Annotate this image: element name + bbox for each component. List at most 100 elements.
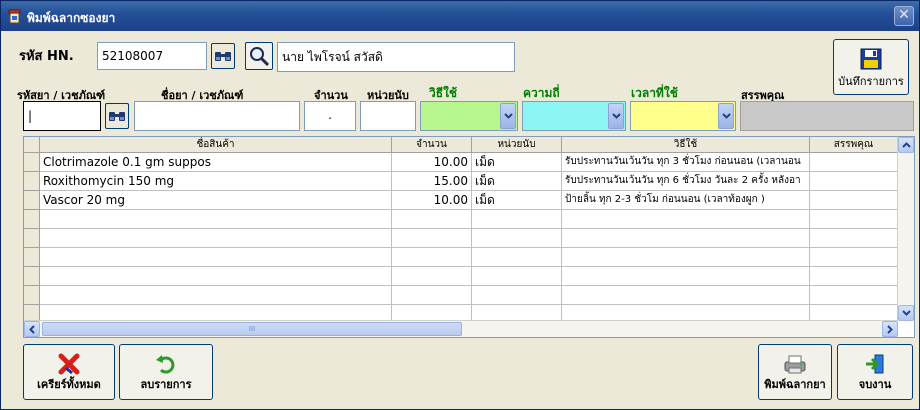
cell-product[interactable] [40, 210, 392, 229]
scroll-right-button[interactable] [882, 321, 898, 337]
cell-unit[interactable] [472, 286, 562, 305]
hn-lookup-button[interactable] [211, 43, 235, 69]
row-selector[interactable] [24, 229, 40, 248]
unit-input[interactable] [360, 101, 416, 131]
row-selector[interactable] [24, 267, 40, 286]
chevron-up-icon [901, 142, 911, 148]
drug-lookup-button[interactable] [105, 103, 129, 129]
col-header-product[interactable]: ชื่อสินค้า [40, 137, 392, 153]
print-label-text: พิมพ์ฉลากยา [764, 378, 826, 391]
cell-product[interactable] [40, 286, 392, 305]
drug-name-input[interactable] [134, 101, 300, 131]
drug-code-input[interactable]: | [23, 101, 101, 131]
title-bar: พิมพ์ฉลากซองยา ✕ [1, 1, 919, 31]
col-header-property[interactable]: สรรพคุณ [810, 137, 898, 153]
cell-product[interactable] [40, 248, 392, 267]
cell-property[interactable] [810, 229, 898, 248]
cell-usage[interactable] [562, 229, 810, 248]
cell-unit[interactable]: เม็ด [472, 172, 562, 191]
printer-icon [784, 355, 806, 374]
cell-product[interactable]: Vascor 20 mg [40, 191, 392, 210]
cell-unit[interactable] [472, 229, 562, 248]
row-selector[interactable] [24, 210, 40, 229]
vertical-scrollbar[interactable] [897, 137, 914, 321]
print-label-button[interactable]: พิมพ์ฉลากยา [758, 344, 832, 400]
close-button[interactable]: ✕ [894, 6, 914, 26]
usage-combobox[interactable] [420, 101, 518, 131]
scroll-up-button[interactable] [898, 137, 914, 153]
cell-unit[interactable] [472, 248, 562, 267]
horizontal-scroll-thumb[interactable]: III [42, 322, 462, 336]
window-title: พิมพ์ฉลากซองยา [27, 11, 116, 25]
property-field [740, 101, 914, 131]
time-of-use-combobox[interactable] [630, 101, 736, 131]
drug-list-grid: ชื่อสินค้า จำนวน หน่วยนับ วิธีใช้ สรรพคุ… [23, 136, 915, 338]
time-of-use-dropdown-arrow[interactable] [718, 103, 734, 129]
patient-search-button[interactable] [245, 42, 273, 70]
row-selector[interactable] [24, 153, 40, 172]
cell-product[interactable] [40, 229, 392, 248]
cell-property[interactable] [810, 153, 898, 172]
usage-dropdown-arrow[interactable] [500, 103, 516, 129]
cell-usage[interactable] [562, 267, 810, 286]
cell-quantity[interactable] [392, 248, 472, 267]
cell-property[interactable] [810, 191, 898, 210]
row-selector[interactable] [24, 248, 40, 267]
cell-unit[interactable] [472, 210, 562, 229]
cell-product[interactable] [40, 267, 392, 286]
row-selector[interactable] [24, 286, 40, 305]
cell-property[interactable] [810, 172, 898, 191]
chevron-right-icon [887, 324, 893, 334]
cell-property[interactable] [810, 267, 898, 286]
hn-label: รหัส HN. [19, 49, 74, 64]
cell-unit[interactable]: เม็ด [472, 191, 562, 210]
clear-all-label: เครียร์ทั้งหมด [37, 378, 101, 391]
col-header-unit[interactable]: หน่วยนับ [472, 137, 562, 153]
cell-quantity[interactable]: 15.00 [392, 172, 472, 191]
patient-name-field: นาย ไพโรจน์ สวัสดิ [277, 42, 515, 72]
save-button[interactable]: บันทึกรายการ [833, 39, 909, 95]
frequency-dropdown-arrow[interactable] [608, 103, 624, 129]
row-selector[interactable] [24, 191, 40, 210]
cell-quantity[interactable]: 10.00 [392, 191, 472, 210]
delete-item-button[interactable]: ลบรายการ [119, 344, 213, 400]
pill-bottle-icon [8, 9, 21, 24]
col-header-usage[interactable]: วิธีใช้ [562, 137, 810, 153]
cell-usage[interactable] [562, 210, 810, 229]
quantity-input[interactable]: . [304, 101, 356, 131]
cell-quantity[interactable] [392, 286, 472, 305]
cell-unit[interactable]: เม็ด [472, 153, 562, 172]
frequency-combobox[interactable] [522, 101, 626, 131]
cell-quantity[interactable] [392, 229, 472, 248]
clear-all-button[interactable]: เครียร์ทั้งหมด [23, 344, 115, 400]
hn-input[interactable]: 52108007 [97, 42, 207, 70]
cell-quantity[interactable]: 10.00 [392, 153, 472, 172]
cell-property[interactable] [810, 210, 898, 229]
cell-quantity[interactable] [392, 210, 472, 229]
cell-usage[interactable]: รับประทานวันเว้นวัน ทุก 3 ชั่วโมง ก่อนนอ… [562, 153, 810, 172]
cell-unit[interactable] [472, 267, 562, 286]
delete-item-label: ลบรายการ [140, 378, 192, 391]
horizontal-scrollbar[interactable]: III [24, 320, 898, 337]
cell-usage[interactable]: รับประทานวันเว้นวัน ทุก 6 ชั่วโมง วันละ … [562, 172, 810, 191]
scroll-left-button[interactable] [24, 321, 40, 337]
cell-product[interactable]: Clotrimazole 0.1 gm suppos [40, 153, 392, 172]
col-header-quantity[interactable]: จำนวน [392, 137, 472, 153]
cell-usage[interactable] [562, 248, 810, 267]
binoculars-icon [109, 112, 125, 121]
binoculars-icon [215, 52, 231, 61]
cell-usage[interactable] [562, 286, 810, 305]
scroll-down-button[interactable] [898, 305, 914, 321]
print-label-window: พิมพ์ฉลากซองยา ✕ รหัส HN. 52108007 นาย ไ… [0, 0, 920, 410]
red-x-icon [58, 353, 80, 375]
row-selector[interactable] [24, 172, 40, 191]
exit-button[interactable]: จบงาน [837, 344, 913, 400]
chevron-down-icon [611, 113, 621, 119]
cell-quantity[interactable] [392, 267, 472, 286]
grid-corner [24, 137, 40, 153]
cell-property[interactable] [810, 286, 898, 305]
close-icon: ✕ [898, 7, 910, 23]
cell-property[interactable] [810, 248, 898, 267]
cell-usage[interactable]: ป้ายลิ้น ทุก 2-3 ชั่วโม ก่อนนอน (เวลาท้อ… [562, 191, 810, 210]
cell-product[interactable]: Roxithomycin 150 mg [40, 172, 392, 191]
